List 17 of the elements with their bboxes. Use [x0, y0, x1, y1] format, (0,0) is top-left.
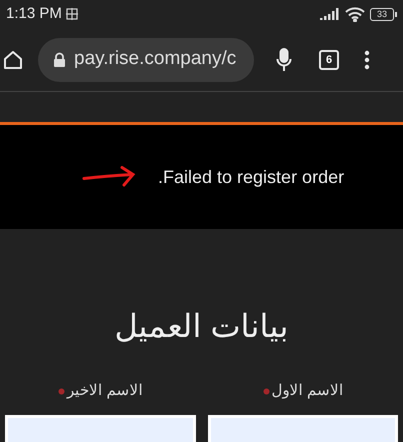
- alert-message: .Failed to register order: [158, 166, 344, 189]
- form-title: بيانات العميل: [114, 307, 290, 346]
- lock-icon: [53, 52, 66, 68]
- notification-icon: [64, 7, 79, 21]
- microphone-button[interactable]: [276, 48, 292, 72]
- wifi-icon: [345, 6, 365, 22]
- home-button[interactable]: [2, 48, 24, 70]
- tab-count-button[interactable]: 6: [319, 50, 339, 70]
- arrow-icon: [82, 166, 136, 188]
- status-time: 1:13 PM: [6, 4, 62, 24]
- field-label: الاسم الاخير: [67, 381, 142, 401]
- battery-icon: 33: [370, 8, 397, 20]
- url-text: pay.rise.company/c: [74, 47, 236, 72]
- field-label: الاسم الاول: [272, 381, 343, 401]
- menu-button[interactable]: [364, 50, 370, 70]
- address-bar[interactable]: pay.rise.company/c: [38, 38, 254, 82]
- signal-icon: [320, 8, 340, 20]
